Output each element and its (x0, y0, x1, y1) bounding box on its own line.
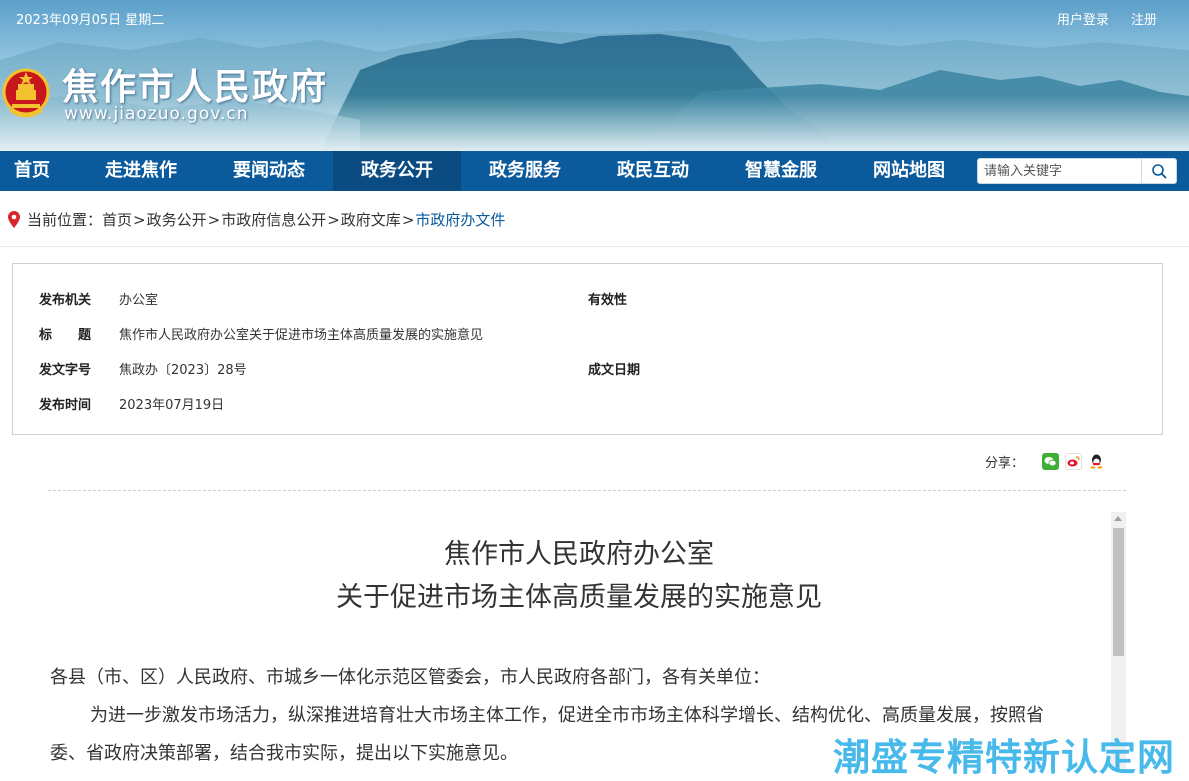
publish-time-label: 发布时间 (39, 398, 92, 413)
title-value: 焦作市人民政府办公室关于促进市场主体高质量发展的实施意见 (119, 328, 484, 343)
breadcrumb-government-affairs[interactable]: 政务公开 (147, 209, 207, 230)
breadcrumb-info-disclosure[interactable]: 市政府信息公开 (221, 209, 326, 230)
publisher-label: 发布机关 (39, 293, 92, 308)
weibo-icon[interactable] (1065, 453, 1083, 470)
publish-time-value: 2023年07月19日 (119, 398, 225, 413)
nav-item-about-jiaozuo[interactable]: 走进焦作 (77, 151, 205, 191)
validity-label: 有效性 (588, 293, 628, 308)
nav-item-news[interactable]: 要闻动态 (205, 151, 333, 191)
site-url: www.jiaozuo.gov.cn (64, 104, 249, 124)
search-box (977, 158, 1177, 184)
breadcrumb-document-library[interactable]: 政府文库 (341, 209, 401, 230)
user-links: 用户登录 注册 (1039, 9, 1157, 28)
wechat-icon[interactable] (1042, 453, 1060, 470)
nav-item-home[interactable]: 首页 (0, 151, 64, 191)
breadcrumb-separator: > (401, 210, 415, 229)
nav-item-interaction[interactable]: 政民互动 (589, 151, 717, 191)
document-metadata-box: 发布机关 办公室 有效性 标 题 焦作市人民政府办公室关于促进市场主体高质量发展… (12, 263, 1163, 435)
nav-item-finance[interactable]: 智慧金服 (717, 151, 845, 191)
share-label: 分享： (985, 456, 1025, 471)
search-button[interactable] (1141, 159, 1176, 183)
doc-number-label: 发文字号 (39, 363, 92, 378)
dashed-divider (48, 490, 1126, 491)
breadcrumb-current[interactable]: 市政府办文件 (415, 209, 505, 230)
search-icon (1152, 164, 1167, 179)
breadcrumb-separator: > (207, 210, 221, 229)
title-label: 标 题 (39, 328, 92, 343)
location-pin-icon (8, 211, 20, 228)
written-date-label: 成文日期 (588, 363, 641, 378)
nav-item-sitemap[interactable]: 网站地图 (845, 151, 973, 191)
qq-icon[interactable] (1088, 453, 1106, 470)
document-paragraph-line: 为进一步激发市场活力，纵深推进培育壮大市场主体工作，促进全市市场主体科学增长、结… (90, 705, 1044, 726)
breadcrumb: 当前位置： 首页 > 政务公开 > 市政府信息公开 > 政府文库 > 市政府办文… (8, 209, 505, 230)
search-input[interactable] (978, 159, 1152, 183)
breadcrumb-prefix: 当前位置： (27, 211, 103, 229)
document-title-line1: 焦作市人民政府办公室 (444, 539, 714, 570)
register-link[interactable]: 注册 (1131, 13, 1157, 28)
breadcrumb-separator: > (327, 210, 340, 229)
doc-number-value: 焦政办〔2023〕28号 (119, 363, 247, 378)
scroll-up-icon[interactable] (1114, 516, 1122, 521)
site-title[interactable]: 焦作市人民政府 (62, 58, 328, 110)
nav-item-government-affairs[interactable]: 政务公开 (333, 151, 461, 191)
watermark-text: 潮盛专精特新认定网 (833, 736, 1175, 779)
document-paragraph-line: 委、省政府决策部署，结合我市实际，提出以下实施意见。 (50, 743, 518, 764)
nav-item-services[interactable]: 政务服务 (461, 151, 589, 191)
header-banner: 2023年09月05日 星期二 用户登录 注册 焦作市人民政府 www.jiao… (0, 0, 1189, 151)
share-bar: 分享： (985, 452, 1106, 471)
scrollbar-thumb[interactable] (1113, 528, 1124, 656)
document-title-line2: 关于促进市场主体高质量发展的实施意见 (336, 582, 822, 613)
document-addressee: 各县（市、区）人民政府、市城乡一体化示范区管委会，市人民政府各部门，各有关单位： (50, 667, 770, 688)
breadcrumb-home[interactable]: 首页 (102, 209, 132, 230)
divider (0, 246, 1189, 247)
current-date: 2023年09月05日 星期二 (16, 13, 165, 28)
breadcrumb-separator: > (133, 210, 146, 229)
publisher-value: 办公室 (119, 293, 159, 308)
national-emblem-icon (2, 68, 50, 118)
login-link[interactable]: 用户登录 (1057, 13, 1109, 28)
